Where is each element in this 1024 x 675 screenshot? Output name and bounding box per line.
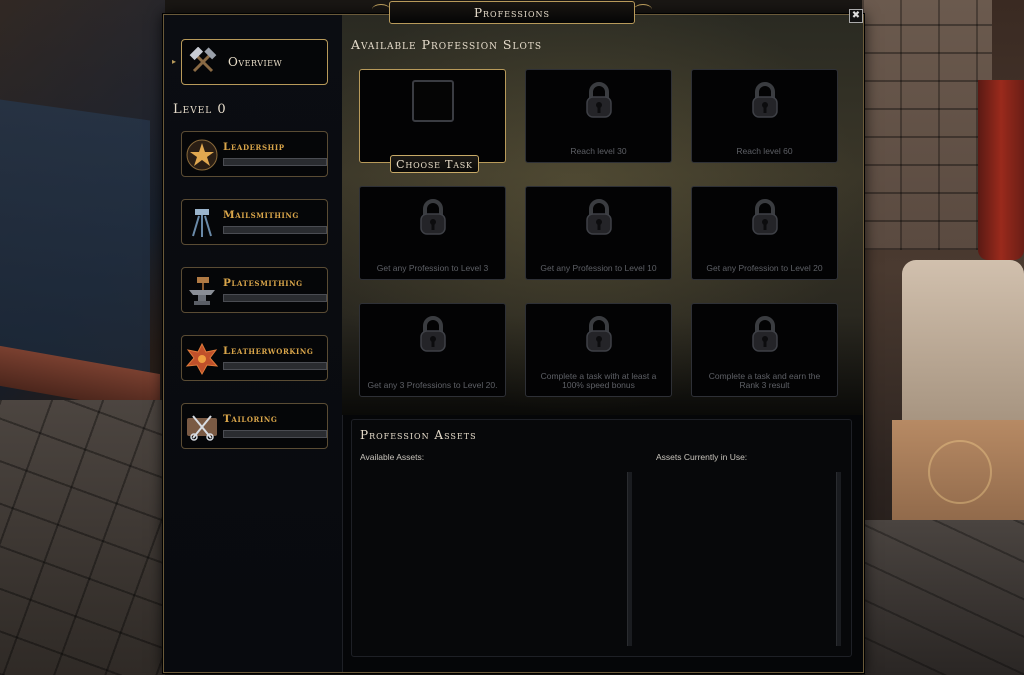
profession-slot-locked: Reach level 30	[525, 69, 672, 163]
slot-requirement: Get any Profession to Level 20	[706, 263, 823, 273]
overview-label: Overview	[228, 55, 283, 69]
overview-button[interactable]: Overview	[181, 39, 328, 85]
lock-icon	[420, 199, 446, 235]
profession-slot-locked: Complete a task with at least a 100% spe…	[525, 303, 672, 397]
lock-icon	[752, 316, 778, 352]
lock-icon	[752, 82, 778, 118]
window-title: Professions	[389, 1, 635, 24]
world-left-scene	[0, 0, 165, 675]
profession-slot-locked: Get any 3 Professions to Level 20.	[359, 303, 506, 397]
lock-icon	[420, 316, 446, 352]
profession-slot-locked: Get any Profession to Level 10	[525, 186, 672, 280]
profession-slot-locked: Get any Profession to Level 3	[359, 186, 506, 280]
profession-item-leadership[interactable]: Leadership	[181, 131, 328, 177]
profession-name: Leadership	[223, 141, 285, 153]
profession-slot-open[interactable]: Choose Task	[359, 69, 506, 173]
profession-item-tailoring[interactable]: Tailoring	[181, 403, 328, 449]
slot-requirement: Get any Profession to Level 10	[540, 263, 657, 273]
lock-icon	[586, 316, 612, 352]
profession-name: Platesmithing	[223, 277, 303, 289]
lock-icon	[586, 82, 612, 118]
profession-progress-bar	[223, 294, 327, 302]
tailoring-scissors-icon	[187, 415, 217, 441]
slot-requirement: Get any Profession to Level 3	[376, 263, 489, 273]
profession-item-mailsmithing[interactable]: Mailsmithing	[181, 199, 328, 245]
selected-arrow-icon: ▸	[172, 57, 177, 66]
assets-heading: Profession Assets	[360, 428, 477, 442]
slot-requirement: Complete a task and earn the Rank 3 resu…	[708, 371, 821, 390]
close-button[interactable]: ✖	[849, 9, 863, 23]
slots-heading: Available Profession Slots	[351, 37, 543, 52]
profession-slot-locked: Reach level 60	[691, 69, 838, 163]
choose-task-button[interactable]: Choose Task	[390, 155, 479, 173]
level-label: Level 0	[173, 102, 227, 117]
profession-progress-bar	[223, 158, 327, 166]
slot-requirement: Get any 3 Professions to Level 20.	[367, 380, 498, 390]
mailsmithing-hammers-icon	[192, 209, 212, 237]
professions-sidebar: ▸ Overview Level 0 Leadership Mailsmithi…	[164, 15, 343, 672]
available-assets-scrollbar[interactable]	[627, 472, 632, 646]
available-assets-label: Available Assets:	[360, 452, 425, 462]
professions-window: ▸ Overview Level 0 Leadership Mailsmithi…	[163, 14, 864, 673]
profession-progress-bar	[223, 226, 327, 234]
slot-requirement: Reach level 60	[736, 146, 793, 156]
professions-content: Available Profession Slots Choose Task R…	[342, 15, 863, 672]
profession-slot-locked: Complete a task and earn the Rank 3 resu…	[691, 303, 838, 397]
overview-tools-icon	[189, 47, 217, 73]
leadership-star-icon	[186, 139, 218, 171]
assets-in-use-label: Assets Currently in Use:	[656, 452, 748, 462]
lock-icon	[586, 199, 612, 235]
profession-progress-bar	[223, 430, 327, 438]
empty-slot-box	[412, 80, 454, 122]
lock-icon	[752, 199, 778, 235]
profession-assets-panel: Profession Assets Available Assets: Asse…	[351, 419, 852, 657]
profession-item-platesmithing[interactable]: Platesmithing	[181, 267, 328, 313]
profession-item-leatherworking[interactable]: Leatherworking	[181, 335, 328, 381]
title-flourish-left	[372, 4, 390, 15]
platesmithing-anvil-icon	[189, 277, 215, 305]
profession-name: Mailsmithing	[223, 209, 300, 221]
profession-progress-bar	[223, 362, 327, 370]
world-right-scene	[862, 0, 1024, 675]
slot-requirement: Complete a task with at least a 100% spe…	[540, 371, 657, 390]
profession-slot-locked: Get any Profession to Level 20	[691, 186, 838, 280]
leatherworking-hide-icon	[185, 342, 219, 376]
slot-requirement: Reach level 30	[570, 146, 627, 156]
assets-in-use-scrollbar[interactable]	[836, 472, 841, 646]
profession-name: Tailoring	[223, 413, 278, 425]
profession-name: Leatherworking	[223, 345, 314, 357]
title-flourish-right	[634, 4, 652, 15]
